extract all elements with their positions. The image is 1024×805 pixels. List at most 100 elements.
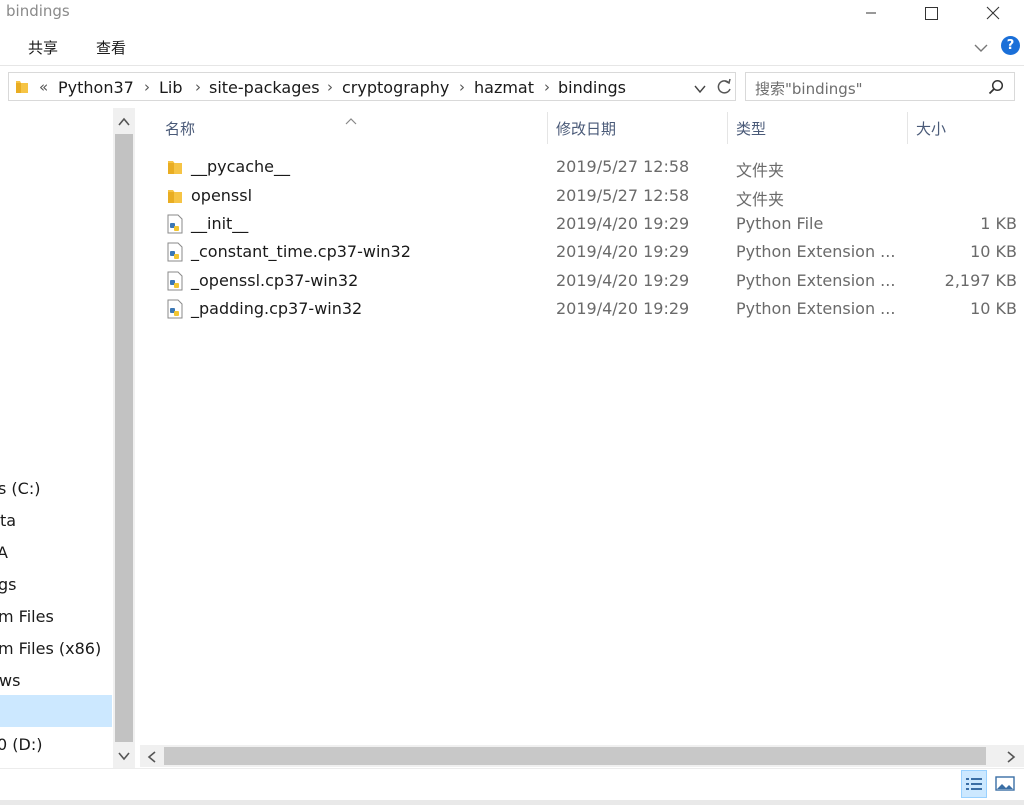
nav-item-a[interactable]: A xyxy=(0,543,8,562)
file-size: 10 KB xyxy=(970,242,1017,261)
minimize-icon xyxy=(866,12,876,14)
file-name: _padding.cp37-win32 xyxy=(191,299,363,318)
minimize-button[interactable] xyxy=(848,0,894,26)
file-row[interactable]: _padding.cp37-win32 2019/4/20 19:29 Pyth… xyxy=(150,295,1024,323)
chevron-left-icon xyxy=(147,751,156,763)
file-name: openssl xyxy=(191,186,253,205)
scroll-down-button[interactable] xyxy=(117,748,131,762)
large-icons-view-icon xyxy=(995,776,1015,791)
nav-item-drive-d[interactable]: 0 (D:) xyxy=(0,735,42,754)
file-modified: 2019/5/27 12:58 xyxy=(556,186,690,205)
breadcrumb-separator[interactable]: › xyxy=(544,78,550,96)
column-header-modified[interactable]: 修改日期 xyxy=(556,118,616,139)
large-icons-view-button[interactable] xyxy=(993,772,1017,796)
close-icon xyxy=(986,6,1000,20)
title-bar: bindings xyxy=(0,0,1024,26)
breadcrumb-overflow[interactable]: « xyxy=(39,78,48,96)
file-list-hscrollbar[interactable] xyxy=(140,745,1024,767)
breadcrumb-cryptography[interactable]: cryptography xyxy=(342,78,449,97)
address-history-button[interactable] xyxy=(694,80,706,99)
details-view-button[interactable] xyxy=(961,770,987,798)
folder-icon xyxy=(166,186,184,206)
chevron-up-icon xyxy=(118,117,130,126)
chevron-down-icon xyxy=(694,85,706,94)
close-button[interactable] xyxy=(970,0,1016,26)
python-file-icon xyxy=(166,214,184,234)
file-modified: 2019/4/20 19:29 xyxy=(556,242,690,261)
file-modified: 2019/5/27 12:58 xyxy=(556,157,690,176)
hscroll-thumb[interactable] xyxy=(164,747,986,765)
file-type: Python Extension ... xyxy=(736,299,896,318)
file-modified: 2019/4/20 19:29 xyxy=(556,299,690,318)
chevron-down-icon xyxy=(118,752,130,761)
window-bottom-edge xyxy=(0,800,1024,805)
ribbon: 共享 查看 ? xyxy=(0,26,1024,66)
address-bar[interactable]: « Python37 › Lib › site-packages › crypt… xyxy=(8,72,736,101)
tab-view[interactable]: 查看 xyxy=(96,37,126,58)
scroll-left-button[interactable] xyxy=(145,749,159,763)
refresh-button[interactable] xyxy=(714,76,734,98)
column-header-name[interactable]: 名称 xyxy=(165,118,195,139)
nav-item-drive-c[interactable]: s (C:) xyxy=(0,479,40,498)
file-name: __pycache__ xyxy=(191,157,291,176)
help-icon[interactable]: ? xyxy=(1001,36,1020,55)
search-icon[interactable] xyxy=(988,79,1004,99)
breadcrumb-separator[interactable]: › xyxy=(459,78,465,96)
maximize-button[interactable] xyxy=(908,0,954,26)
breadcrumb-separator[interactable]: › xyxy=(144,78,150,96)
column-divider[interactable] xyxy=(907,112,908,144)
file-row[interactable]: _openssl.cp37-win32 2019/4/20 19:29 Pyth… xyxy=(150,267,1024,295)
nav-scroll-thumb[interactable] xyxy=(115,134,133,742)
sort-ascending-icon xyxy=(345,110,357,129)
file-size: 10 KB xyxy=(970,299,1017,318)
column-divider[interactable] xyxy=(727,112,728,144)
file-row[interactable]: __init__ 2019/4/20 19:29 Python File 1 K… xyxy=(150,210,1024,238)
file-row[interactable]: _constant_time.cp37-win32 2019/4/20 19:2… xyxy=(150,238,1024,266)
python-extension-icon xyxy=(166,299,184,319)
column-header-type[interactable]: 类型 xyxy=(736,118,766,139)
file-row[interactable]: openssl 2019/5/27 12:58 文件夹 xyxy=(150,182,1024,210)
file-modified: 2019/4/20 19:29 xyxy=(556,214,690,233)
chevron-down-icon xyxy=(974,44,988,52)
file-type: Python File xyxy=(736,214,824,233)
breadcrumb-separator[interactable]: › xyxy=(327,78,333,96)
breadcrumb-hazmat[interactable]: hazmat xyxy=(474,78,534,97)
nav-item-data[interactable]: ta xyxy=(0,511,16,530)
maximize-icon xyxy=(924,6,938,20)
nav-item-program-files-x86[interactable]: m Files (x86) xyxy=(0,639,101,658)
nav-item-windows[interactable]: ws xyxy=(0,671,20,690)
nav-item-program-files[interactable]: m Files xyxy=(0,607,54,626)
nav-scrollbar[interactable] xyxy=(113,108,135,768)
nav-selection-highlight xyxy=(0,695,112,727)
python-extension-icon xyxy=(166,271,184,291)
tab-share[interactable]: 共享 xyxy=(28,37,58,58)
file-size: 1 KB xyxy=(980,214,1017,233)
column-header-size[interactable]: 大小 xyxy=(916,118,946,139)
file-row[interactable]: __pycache__ 2019/5/27 12:58 文件夹 xyxy=(150,153,1024,181)
column-divider[interactable] xyxy=(547,112,548,144)
chevron-right-icon xyxy=(1007,751,1016,763)
search-box[interactable]: 搜索"bindings" xyxy=(745,72,1015,101)
file-name: _constant_time.cp37-win32 xyxy=(191,242,411,261)
scroll-up-button[interactable] xyxy=(117,114,131,128)
file-size: 2,197 KB xyxy=(944,271,1017,290)
file-name: _openssl.cp37-win32 xyxy=(191,271,359,290)
breadcrumb-bindings[interactable]: bindings xyxy=(558,78,626,97)
scroll-right-button[interactable] xyxy=(1004,749,1018,763)
navigation-pane: s (C:) ta A gs m Files m Files (x86) ws … xyxy=(0,108,112,768)
file-type: 文件夹 xyxy=(736,190,785,209)
file-type: 文件夹 xyxy=(736,161,785,180)
expand-ribbon-button[interactable] xyxy=(974,38,988,57)
folder-icon xyxy=(15,79,29,99)
breadcrumb-separator[interactable]: › xyxy=(195,78,201,96)
file-type: Python Extension ... xyxy=(736,271,896,290)
folder-icon xyxy=(166,157,184,177)
file-name: __init__ xyxy=(191,214,249,233)
search-input[interactable]: 搜索"bindings" xyxy=(755,78,863,99)
breadcrumb-site-packages[interactable]: site-packages xyxy=(209,78,320,97)
nav-item-settings[interactable]: gs xyxy=(0,575,17,594)
breadcrumb-python37[interactable]: Python37 xyxy=(58,78,134,97)
breadcrumb-lib[interactable]: Lib xyxy=(159,78,183,97)
file-modified: 2019/4/20 19:29 xyxy=(556,271,690,290)
window-title: bindings xyxy=(6,2,70,20)
